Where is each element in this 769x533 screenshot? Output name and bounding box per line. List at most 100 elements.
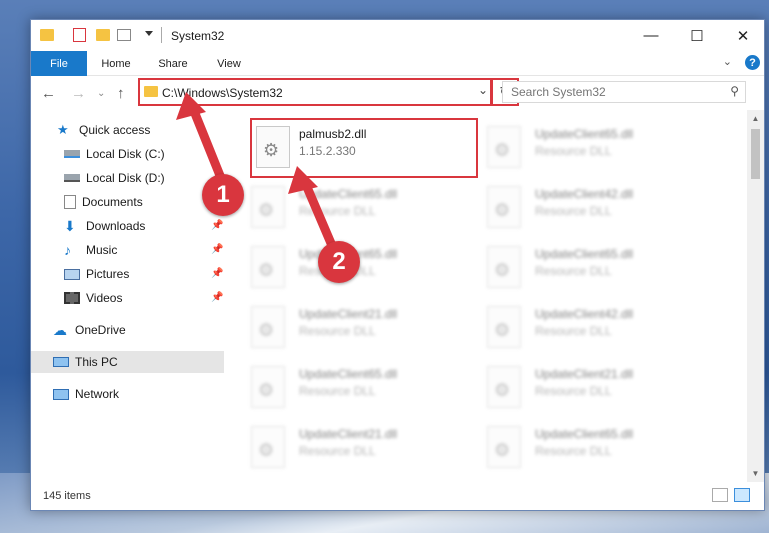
gear-icon: ⚙ xyxy=(494,260,511,280)
sidebar-item-videos[interactable]: Videos xyxy=(64,287,122,309)
file-name: UpdateClient65.dll xyxy=(299,187,398,201)
star-icon: ★ xyxy=(57,122,69,137)
file-item[interactable]: ⚙ UpdateClient21.dll Resource DLL xyxy=(224,298,454,354)
file-description: Resource DLL xyxy=(299,324,376,338)
gear-icon: ⚙ xyxy=(258,380,275,400)
file-name: UpdateClient42.dll xyxy=(535,187,634,201)
sidebar-item-local-disk-d[interactable]: Local Disk (D:) xyxy=(64,167,165,189)
sidebar-item-local-disk-c[interactable]: Local Disk (C:) xyxy=(64,143,165,165)
quick-access-dropdown-icon[interactable] xyxy=(145,31,153,36)
file-name: UpdateClient65.dll xyxy=(535,127,634,141)
address-dropdown-icon[interactable]: ⌄ xyxy=(478,83,488,97)
file-name: UpdateClient21.dll xyxy=(299,427,398,441)
dll-file-icon: ⚙ xyxy=(487,186,521,228)
file-item[interactable]: ⚙ UpdateClient65.dll Resource DLL xyxy=(224,358,454,414)
dll-file-icon: ⚙ xyxy=(251,306,285,348)
gear-icon: ⚙ xyxy=(494,440,511,460)
sidebar-item-documents[interactable]: Documents xyxy=(64,191,143,213)
address-bar[interactable]: C:\Windows\System32 ⌄ ↻ xyxy=(138,78,519,106)
gear-icon: ⚙ xyxy=(263,140,280,160)
file-list: ⚙ palmusb2.dll 1.15.2.330 ⚙ UpdateClient… xyxy=(224,110,754,482)
dll-file-icon: ⚙ xyxy=(251,186,285,228)
pin-icon[interactable]: 📌 xyxy=(211,292,223,303)
dll-file-icon: ⚙ xyxy=(251,426,285,468)
sidebar-item-downloads[interactable]: ⬇ Downloads xyxy=(64,215,145,237)
file-item[interactable]: ⚙ UpdateClient65.dll Resource DLL xyxy=(460,118,690,174)
close-button[interactable]: ✕ xyxy=(720,20,766,51)
file-item-palmusb2[interactable]: ⚙ palmusb2.dll 1.15.2.330 xyxy=(250,118,478,178)
file-description: Resource DLL xyxy=(535,204,612,218)
vertical-scrollbar[interactable]: ▲ ▼ xyxy=(747,110,764,482)
sidebar-item-music[interactable]: ♪ Music xyxy=(64,239,117,261)
details-view-icon[interactable] xyxy=(712,488,728,502)
new-folder-icon[interactable] xyxy=(96,29,110,41)
customize-quick-access-icon[interactable] xyxy=(117,29,131,41)
file-item[interactable]: ⚙ UpdateClient65.dll Resource DLL xyxy=(460,418,690,474)
documents-icon xyxy=(64,195,76,209)
dll-file-icon: ⚙ xyxy=(487,246,521,288)
forward-button[interactable]: → xyxy=(71,85,86,102)
ribbon-expand-icon[interactable]: ⌄ xyxy=(723,55,732,68)
pin-icon[interactable]: 📌 xyxy=(211,220,223,231)
title-divider xyxy=(161,27,162,43)
file-description: Resource DLL xyxy=(535,444,612,458)
search-box[interactable]: ⚲ xyxy=(502,81,746,103)
gear-icon: ⚙ xyxy=(494,320,511,340)
cloud-icon: ☁ xyxy=(53,322,67,338)
file-name: UpdateClient65.dll xyxy=(535,427,634,441)
tab-view[interactable]: View xyxy=(207,51,251,76)
file-description: Resource DLL xyxy=(299,444,376,458)
file-version: 1.15.2.330 xyxy=(299,144,356,158)
search-input[interactable] xyxy=(503,82,703,102)
back-button[interactable]: ← xyxy=(41,85,56,102)
file-item[interactable]: ⚙ UpdateClient65.dll Resource DLL xyxy=(460,238,690,294)
file-name: UpdateClient65.dll xyxy=(535,247,634,261)
sidebar-item-pictures[interactable]: Pictures xyxy=(64,263,129,285)
recent-locations-button[interactable]: ⌄ xyxy=(97,88,105,99)
tab-share[interactable]: Share xyxy=(149,51,197,76)
gear-icon: ⚙ xyxy=(258,440,275,460)
file-item[interactable]: ⚙ UpdateClient65.dll Resource DLL xyxy=(224,178,454,234)
dll-file-icon: ⚙ xyxy=(487,126,521,168)
properties-icon[interactable] xyxy=(73,28,86,42)
file-description: Resource DLL xyxy=(535,264,612,278)
dll-file-icon: ⚙ xyxy=(487,306,521,348)
sidebar-item-quick-access[interactable]: ★ Quick access xyxy=(57,119,150,141)
gear-icon: ⚙ xyxy=(258,320,275,340)
scroll-down-icon[interactable]: ▼ xyxy=(747,465,764,482)
file-name: UpdateClient42.dll xyxy=(535,307,634,321)
file-description: Resource DLL xyxy=(299,204,376,218)
network-icon xyxy=(53,388,69,400)
tab-file[interactable]: File xyxy=(31,51,87,76)
pin-icon[interactable]: 📌 xyxy=(211,244,223,255)
file-description: Resource DLL xyxy=(535,144,612,158)
drive-icon xyxy=(64,150,80,158)
drive-icon xyxy=(64,174,80,182)
minimize-button[interactable]: — xyxy=(628,20,674,51)
tab-home[interactable]: Home xyxy=(93,51,139,76)
up-button[interactable]: ↑ xyxy=(117,85,125,102)
address-path: C:\Windows\System32 xyxy=(162,86,283,100)
sidebar-item-this-pc[interactable]: This PC xyxy=(31,351,224,373)
file-description: Resource DLL xyxy=(535,324,612,338)
scrollbar-thumb[interactable] xyxy=(751,129,760,179)
dll-file-icon: ⚙ xyxy=(487,366,521,408)
sidebar-item-onedrive[interactable]: ☁ OneDrive xyxy=(53,319,126,341)
window-title: System32 xyxy=(171,29,225,43)
file-item[interactable]: ⚙ UpdateClient21.dll Resource DLL xyxy=(460,358,690,414)
file-item[interactable]: ⚙ UpdateClient42.dll Resource DLL xyxy=(460,298,690,354)
sidebar-item-network[interactable]: Network xyxy=(53,383,119,405)
large-icons-view-icon[interactable] xyxy=(734,488,750,502)
scroll-up-icon[interactable]: ▲ xyxy=(747,110,764,127)
pin-icon[interactable]: 📌 xyxy=(211,268,223,279)
search-icon[interactable]: ⚲ xyxy=(730,84,739,98)
file-item[interactable]: ⚙ UpdateClient21.dll Resource DLL xyxy=(224,418,454,474)
file-description: Resource DLL xyxy=(535,384,612,398)
computer-icon xyxy=(53,357,69,367)
help-icon[interactable]: ? xyxy=(745,55,760,70)
download-icon: ⬇ xyxy=(64,218,76,234)
maximize-button[interactable]: ☐ xyxy=(674,20,720,51)
file-item[interactable]: ⚙ UpdateClient42.dll Resource DLL xyxy=(460,178,690,234)
gear-icon: ⚙ xyxy=(494,200,511,220)
music-icon: ♪ xyxy=(64,242,71,258)
